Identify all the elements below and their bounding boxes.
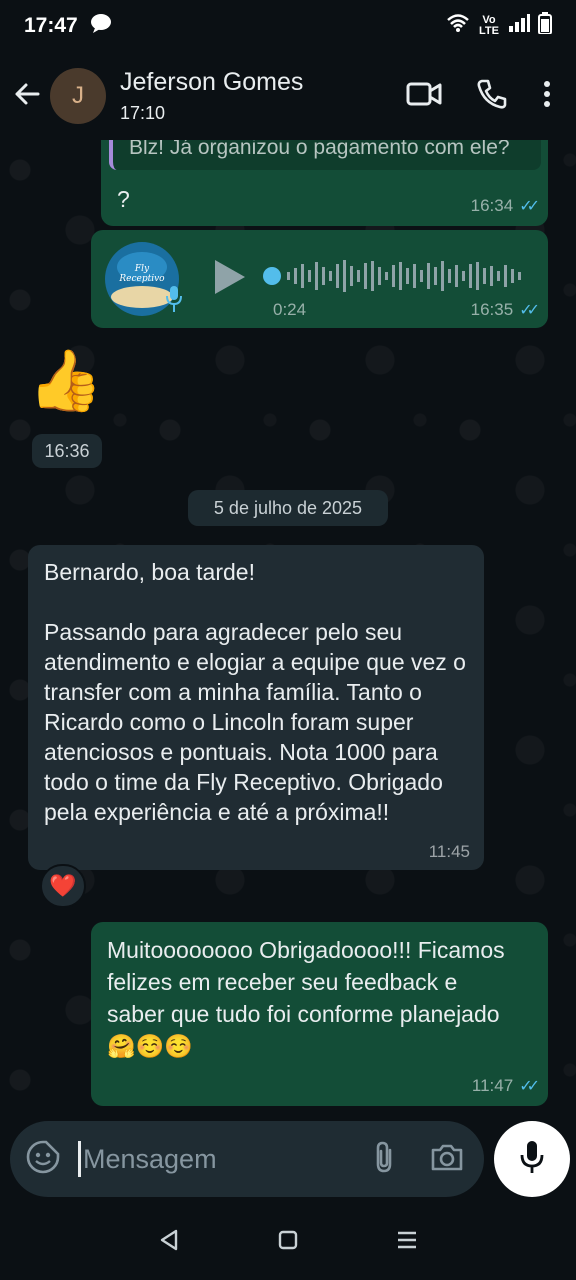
mic-badge-icon [165,284,183,319]
recents-nav-icon[interactable] [396,1229,418,1256]
read-receipt-icon: ✓✓ [519,302,540,319]
voice-avatar-text: Fly Receptivo [119,264,165,284]
play-icon[interactable] [211,258,247,301]
chat-header: J Jeferson Gomes 17:10 [0,52,576,140]
reaction-badge[interactable]: ❤️ [40,864,86,908]
thumbs-up-emoji[interactable]: 👍 [28,346,103,416]
contact-avatar[interactable]: J [50,68,106,124]
last-seen: 17:10 [120,103,166,123]
text-cursor [78,1141,81,1177]
outgoing-message[interactable]: Muitoooooooo Obrigadoooo!!! Ficamos feli… [91,922,548,1106]
message-composer[interactable]: Mensagem [10,1121,484,1197]
quoted-text: Blz! Já organizou o pagamento com ele? [129,140,510,159]
status-bar: 17:47 Vo LTE [0,0,576,52]
message-text: Bernardo, boa tarde! Passando para agrad… [44,559,466,825]
voice-call-icon[interactable] [476,78,508,115]
quoted-reply[interactable]: Blz! Já organizou o pagamento com ele? [109,140,541,170]
message-meta: 16:35 ✓✓ [470,300,540,320]
wifi-icon [446,13,470,39]
date-separator: 5 de julho de 2025 [188,490,388,526]
contact-info[interactable]: Jeferson Gomes 17:10 [120,68,303,124]
message-input[interactable]: Mensagem [83,1144,217,1175]
voice-message[interactable]: Fly Receptivo 0:24 16:35 ✓✓ [91,230,548,328]
message-text: ? [117,186,130,212]
outgoing-message[interactable]: Blz! Já organizou o pagamento com ele? ?… [101,140,548,226]
microphone-icon [519,1139,545,1180]
voice-duration: 0:24 [273,300,307,319]
message-meta: 16:34 ✓✓ [470,196,540,216]
attach-icon[interactable] [372,1140,396,1179]
message-meta: 11:47 ✓✓ [471,1076,540,1096]
incoming-message[interactable]: Bernardo, boa tarde! Passando para agrad… [28,545,484,870]
read-receipt-icon: ✓✓ [519,1078,540,1095]
contact-name: Jeferson Gomes [120,68,304,96]
battery-icon [538,12,552,40]
message-meta: 11:45 [429,842,470,862]
message-time: 16:35 [470,300,514,319]
camera-icon[interactable] [430,1142,464,1177]
message-time: 11:47 [471,1076,514,1095]
more-options-icon[interactable] [542,80,552,113]
seek-handle[interactable] [263,267,281,285]
system-nav-bar [0,1205,576,1280]
video-call-icon[interactable] [406,80,442,113]
emoji-sticker-icon[interactable] [26,1140,60,1179]
chat-area[interactable]: Blz! Já organizou o pagamento com ele? ?… [0,140,576,1120]
voice-record-button[interactable] [494,1121,570,1197]
volte-badge: Vo LTE [479,14,499,37]
waveform[interactable] [287,258,527,299]
status-time: 17:47 [24,14,78,37]
back-nav-icon[interactable] [158,1228,180,1257]
home-nav-icon[interactable] [277,1229,299,1256]
back-arrow-icon[interactable] [12,79,42,114]
message-time: 11:45 [428,842,470,861]
signal-icon [508,13,530,39]
heart-reaction: ❤️ [49,873,77,898]
message-time: 16:36 [32,434,102,468]
chat-notification-icon [90,13,112,39]
read-receipt-icon: ✓✓ [519,198,540,215]
message-time: 16:34 [470,196,514,215]
message-text: Muitoooooooo Obrigadoooo!!! Ficamos feli… [107,937,505,1059]
